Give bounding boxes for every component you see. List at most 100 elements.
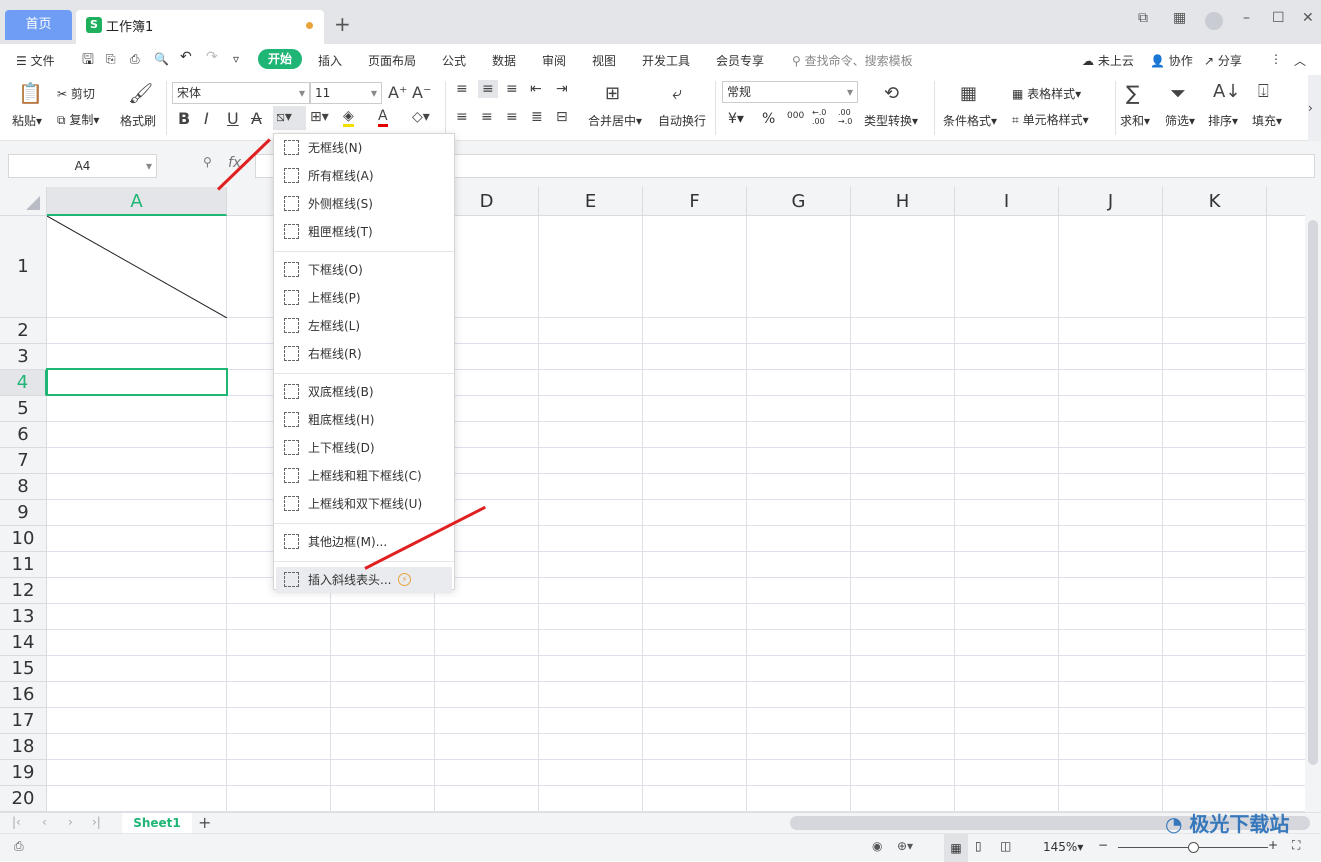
increase-decimal-icon[interactable]: ←.0.00 — [812, 108, 826, 126]
row-header-19[interactable]: 19 — [0, 760, 47, 786]
active-cell-a4[interactable] — [46, 368, 228, 396]
row-header-4[interactable]: 4 — [0, 370, 47, 396]
spreadsheet-grid[interactable]: ABCDEFGHIJK12345678910111213141516171819… — [0, 187, 1305, 812]
border-menu-item[interactable]: 所有框线(A) — [276, 163, 452, 189]
column-header-I[interactable]: I — [955, 187, 1059, 216]
row-header-5[interactable]: 5 — [0, 396, 47, 422]
border-menu-item[interactable]: 其他边框(M)... — [276, 529, 452, 555]
row-header-16[interactable]: 16 — [0, 682, 47, 708]
decrease-font-icon[interactable]: A⁻ — [412, 83, 431, 102]
bold-icon[interactable]: B — [178, 109, 190, 128]
number-format-select[interactable]: 常规 ▾ — [722, 81, 858, 103]
fullscreen-icon[interactable]: ⛶ — [1292, 838, 1300, 853]
border-button[interactable]: ⧅▾ — [273, 106, 306, 130]
menu-developer[interactable]: 开发工具 — [642, 52, 690, 69]
row-header-9[interactable]: 9 — [0, 500, 47, 526]
column-header-E[interactable]: E — [539, 187, 643, 216]
layout-icon[interactable]: ⊕▾ — [897, 839, 913, 853]
justify-icon[interactable]: ≣ — [531, 109, 543, 125]
maximize-icon[interactable]: ☐ — [1272, 10, 1285, 26]
next-sheet-icon[interactable]: › — [68, 815, 73, 829]
thousands-icon[interactable]: 000 — [787, 111, 804, 121]
collab-button[interactable]: 👤 协作 — [1150, 52, 1193, 69]
indent-increase-icon[interactable]: ⇥ — [556, 81, 568, 97]
copy-button[interactable]: ⧉ 复制▾ — [57, 111, 99, 128]
last-sheet-icon[interactable]: ›| — [92, 815, 101, 829]
row-header-10[interactable]: 10 — [0, 526, 47, 552]
row-header-3[interactable]: 3 — [0, 344, 47, 370]
collapse-ribbon-icon[interactable]: ︿ — [1294, 52, 1306, 69]
avatar[interactable] — [1205, 12, 1223, 30]
border-menu-item[interactable]: 左框线(L) — [276, 313, 452, 339]
filter-button[interactable]: 筛选▾ — [1165, 112, 1195, 129]
row-header-11[interactable]: 11 — [0, 552, 47, 578]
normal-view-icon[interactable]: ▦ — [944, 834, 968, 862]
menu-data[interactable]: 数据 — [492, 52, 516, 69]
fill-button[interactable]: 填充▾ — [1252, 112, 1282, 129]
sheet-tab[interactable]: Sheet1 — [122, 813, 192, 834]
column-header-partial[interactable] — [1267, 187, 1305, 216]
border-menu-item[interactable]: 粗匣框线(T) — [276, 219, 452, 245]
row-header-15[interactable]: 15 — [0, 656, 47, 682]
ribbon-scroll-right-icon[interactable]: › — [1308, 75, 1321, 141]
menu-start[interactable]: 开始 — [258, 49, 302, 69]
border-menu-item[interactable]: 无框线(N) — [276, 135, 452, 161]
conditional-format-button[interactable]: 条件格式▾ — [943, 112, 997, 129]
underline-icon[interactable]: U — [227, 109, 239, 128]
row-header-13[interactable]: 13 — [0, 604, 47, 630]
screen-mode-icon[interactable]: ⧉ — [1138, 10, 1148, 26]
border-menu-item[interactable]: 右框线(R) — [276, 341, 452, 367]
border-menu-item[interactable]: 上框线和粗下框线(C) — [276, 463, 452, 489]
align-bottom-icon[interactable]: ≡ — [506, 81, 518, 97]
font-color-icon[interactable]: A — [378, 108, 388, 127]
cell-style-button[interactable]: ⌗ 单元格样式▾ — [1012, 111, 1089, 128]
page-break-view-icon[interactable]: ◫ — [1000, 839, 1011, 853]
name-box[interactable]: A4 ▾ — [8, 154, 157, 178]
column-header-J[interactable]: J — [1059, 187, 1163, 216]
sort-button[interactable]: 排序▾ — [1208, 112, 1238, 129]
table-style-button[interactable]: ▦ 表格样式▾ — [1012, 85, 1081, 102]
macro-icon[interactable]: ⎙ — [14, 839, 24, 854]
border-menu-item[interactable]: 粗底框线(H) — [276, 407, 452, 433]
new-tab-button[interactable]: + — [334, 12, 351, 36]
border-menu-item[interactable]: 下框线(O) — [276, 257, 452, 283]
indent-decrease-icon[interactable]: ⇤ — [530, 81, 542, 97]
select-all-corner[interactable] — [0, 187, 47, 216]
row-header-2[interactable]: 2 — [0, 318, 47, 344]
print-icon[interactable]: ⎙ — [130, 52, 140, 67]
command-search[interactable]: ⚲ 查找命令、搜索模板 — [792, 52, 913, 69]
close-icon[interactable]: ✕ — [1302, 10, 1314, 26]
print-preview-icon[interactable]: 🔍 — [154, 52, 169, 66]
page-view-icon[interactable]: ▯ — [975, 839, 982, 853]
sum-button[interactable]: 求和▾ — [1120, 112, 1150, 129]
paste-icon[interactable]: 📋 — [18, 81, 43, 105]
file-menu[interactable]: ☰ 文件 — [16, 52, 55, 69]
italic-icon[interactable]: I — [204, 109, 209, 128]
percent-button[interactable]: % — [762, 111, 775, 127]
share-button[interactable]: ↗ 分享 — [1204, 52, 1242, 69]
row-header-12[interactable]: 12 — [0, 578, 47, 604]
cut-button[interactable]: ✂ 剪切 — [57, 85, 95, 102]
tab-workbook[interactable]: S 工作簿1 — [76, 10, 324, 44]
decrease-decimal-icon[interactable]: .00 →.0 — [838, 108, 852, 126]
border-menu-item[interactable]: 上框线(P) — [276, 285, 452, 311]
row-header-20[interactable]: 20 — [0, 786, 47, 812]
merge-button[interactable]: 合并居中▾ — [588, 112, 642, 129]
row-header-1[interactable]: 1 — [0, 216, 47, 318]
align-middle-icon[interactable]: ≡ — [478, 80, 498, 98]
border-menu-item[interactable]: 插入斜线表头... ⚡ — [276, 567, 452, 593]
customize-chevron-icon[interactable]: ▿ — [233, 52, 239, 66]
border-menu-item[interactable]: 外侧框线(S) — [276, 191, 452, 217]
fill-color-icon[interactable]: ◈ — [343, 108, 354, 127]
column-header-A[interactable]: A — [47, 187, 227, 216]
more-icon[interactable]: ⋮ — [1270, 52, 1282, 66]
export-icon[interactable]: ⎘ — [106, 52, 116, 67]
column-header-H[interactable]: H — [851, 187, 955, 216]
fill-border-icon[interactable]: ⊞▾ — [310, 109, 329, 125]
zoom-slider-handle[interactable] — [1188, 842, 1199, 853]
border-menu-item[interactable]: 双底框线(B) — [276, 379, 452, 405]
font-size-select[interactable]: 11 ▾ — [310, 82, 382, 104]
row-header-6[interactable]: 6 — [0, 422, 47, 448]
save-icon[interactable]: 🖫 — [82, 49, 94, 73]
minimize-icon[interactable]: – — [1243, 10, 1250, 26]
